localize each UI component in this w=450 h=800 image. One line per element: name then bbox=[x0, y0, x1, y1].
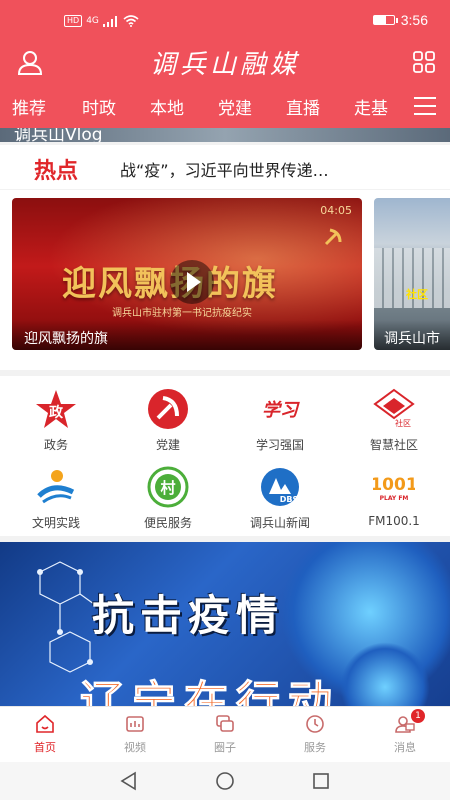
app-logo: 调兵山融媒 bbox=[149, 50, 300, 80]
banner-title: 抗击疫情 bbox=[92, 591, 285, 640]
tab-party[interactable]: 党建 bbox=[218, 94, 252, 119]
bottom-tab-bar: 首页 视频 圈子 服务 1 消息 bbox=[0, 706, 450, 762]
fm-radio-icon: 1001 PLAY FM bbox=[373, 475, 415, 502]
banner-subtitle: 辽宁在行动 bbox=[80, 677, 340, 707]
fm-sub-glyph: PLAY FM bbox=[380, 495, 409, 502]
signal-label: 4G bbox=[86, 16, 99, 26]
wifi-icon bbox=[123, 15, 139, 27]
hot-headline[interactable]: 战“疫”，习近平向世界传递… bbox=[120, 157, 329, 181]
service-news[interactable]: DBS 调兵山新闻 bbox=[230, 466, 330, 531]
service-label: 调兵山新闻 bbox=[249, 516, 310, 530]
recent-apps-icon[interactable] bbox=[310, 770, 332, 792]
signal-icon bbox=[102, 15, 117, 27]
tab-label: 首页 bbox=[34, 741, 56, 754]
smart-community-icon: 社区 bbox=[373, 388, 415, 428]
service-xuexi[interactable]: 学习 学习强国 bbox=[230, 388, 330, 453]
gov-glyph: 政 bbox=[49, 404, 64, 421]
convenience-service-icon: 村 bbox=[147, 466, 189, 508]
hot-news-ticker[interactable]: 热点 战“疫”，习近平向世界传递… bbox=[0, 145, 450, 189]
system-navigation-bar bbox=[0, 762, 450, 800]
clock-service-icon bbox=[306, 715, 324, 733]
home-circle-icon[interactable] bbox=[214, 770, 236, 792]
tab-live[interactable]: 直播 bbox=[286, 94, 320, 119]
service-grid: 政 政务 党建 学习 学习强国 社区 智慧社区 文明实践 村 便民服务 DBS … bbox=[0, 376, 450, 536]
party-emblem-icon bbox=[324, 228, 342, 246]
service-label: 学习强国 bbox=[255, 438, 304, 452]
tab-label: 消息 bbox=[394, 741, 416, 754]
service-label: 文明实践 bbox=[31, 516, 80, 530]
service-civilization[interactable]: 文明实践 bbox=[6, 466, 106, 531]
tab-label: 圈子 bbox=[214, 741, 236, 754]
tab-recommend[interactable]: 推荐 bbox=[12, 94, 46, 119]
government-star-icon: 政 bbox=[36, 390, 76, 428]
status-time: 3:56 bbox=[400, 12, 428, 28]
status-left: HD 4G bbox=[64, 15, 139, 27]
card-caption: 迎风飘扬的旗 bbox=[12, 320, 362, 350]
battery-icon bbox=[372, 15, 398, 25]
tab-circle[interactable]: 圈子 bbox=[195, 713, 255, 755]
service-fm[interactable]: 1001 PLAY FM FM100.1 bbox=[344, 466, 444, 528]
status-bar: HD 4G 3:56 bbox=[0, 0, 450, 40]
status-right: 3:56 bbox=[372, 12, 428, 28]
community-glyph: 社区 bbox=[395, 418, 411, 428]
service-government[interactable]: 政 政务 bbox=[6, 388, 106, 453]
video-carousel: 04:05 迎风飘扬的旗 调兵山市驻村第一书记抗疫纪实 迎风飘扬的旗 社区 调兵… bbox=[0, 190, 450, 370]
xuexi-qiangguo-icon: 学习 bbox=[262, 400, 300, 421]
video-overlay-subtitle: 调兵山市驻村第一书记抗疫纪实 bbox=[112, 308, 252, 319]
apps-grid-icon[interactable] bbox=[412, 50, 436, 74]
tab-video[interactable]: 视频 bbox=[105, 713, 165, 755]
epidemic-banner[interactable]: 抗击疫情 辽宁在行动 bbox=[0, 542, 450, 706]
home-icon bbox=[36, 714, 54, 733]
tab-home[interactable]: 首页 bbox=[15, 713, 75, 755]
hot-label: 热点 bbox=[34, 158, 79, 184]
previous-banner-peek[interactable]: 调兵山Vlog bbox=[0, 128, 450, 142]
video-duration: 04:05 bbox=[320, 204, 352, 217]
hd-badge: HD bbox=[64, 15, 83, 27]
app-root: HD 4G 3:56 调兵山融媒 推荐 时政 本地 党建 直播 走基 调兵山Vl… bbox=[0, 0, 450, 800]
hamburger-menu-icon[interactable] bbox=[414, 97, 436, 117]
circle-chat-icon bbox=[216, 715, 234, 732]
service-smart-community[interactable]: 社区 智慧社区 bbox=[344, 388, 444, 453]
service-party[interactable]: 党建 bbox=[118, 388, 218, 453]
channel-tabs: 推荐 时政 本地 党建 直播 走基 bbox=[0, 90, 450, 126]
peek-text: 调兵山Vlog bbox=[14, 128, 103, 142]
xuexi-glyph: 学习 bbox=[262, 400, 300, 421]
card-tag: 社区 bbox=[406, 288, 428, 301]
header: HD 4G 3:56 调兵山融媒 推荐 时政 本地 党建 直播 走基 bbox=[0, 0, 450, 128]
back-icon[interactable] bbox=[118, 770, 140, 792]
tab-local[interactable]: 本地 bbox=[150, 94, 184, 119]
card-caption: 调兵山市 bbox=[374, 320, 450, 350]
party-emblem-icon bbox=[148, 389, 188, 429]
play-icon[interactable] bbox=[170, 260, 214, 304]
service-label: 政务 bbox=[43, 438, 68, 452]
fm-number-glyph: 1001 bbox=[373, 475, 415, 495]
civilization-practice-icon bbox=[37, 470, 75, 504]
service-convenience[interactable]: 村 便民服务 bbox=[118, 466, 218, 531]
video-icon bbox=[126, 716, 144, 732]
tab-service[interactable]: 服务 bbox=[285, 713, 345, 755]
notification-badge: 1 bbox=[411, 709, 425, 723]
convenience-glyph: 村 bbox=[160, 479, 175, 497]
news-glyph: DBS bbox=[280, 495, 299, 504]
carousel-card[interactable]: 04:05 迎风飘扬的旗 调兵山市驻村第一书记抗疫纪实 迎风飘扬的旗 bbox=[12, 198, 362, 350]
tab-messages[interactable]: 1 消息 bbox=[375, 709, 435, 755]
title-bar: 调兵山融媒 bbox=[0, 40, 450, 86]
carousel-card[interactable]: 社区 调兵山市 bbox=[374, 198, 450, 350]
tab-grassroots[interactable]: 走基 bbox=[354, 94, 404, 119]
service-label: 党建 bbox=[155, 438, 180, 452]
tab-label: 视频 bbox=[124, 741, 146, 754]
diaobingshan-news-icon: DBS bbox=[261, 468, 299, 506]
tab-label: 服务 bbox=[304, 741, 326, 754]
service-label: 便民服务 bbox=[143, 516, 192, 530]
tab-politics[interactable]: 时政 bbox=[82, 94, 116, 119]
service-label: FM100.1 bbox=[368, 514, 420, 528]
service-label: 智慧社区 bbox=[369, 438, 418, 452]
